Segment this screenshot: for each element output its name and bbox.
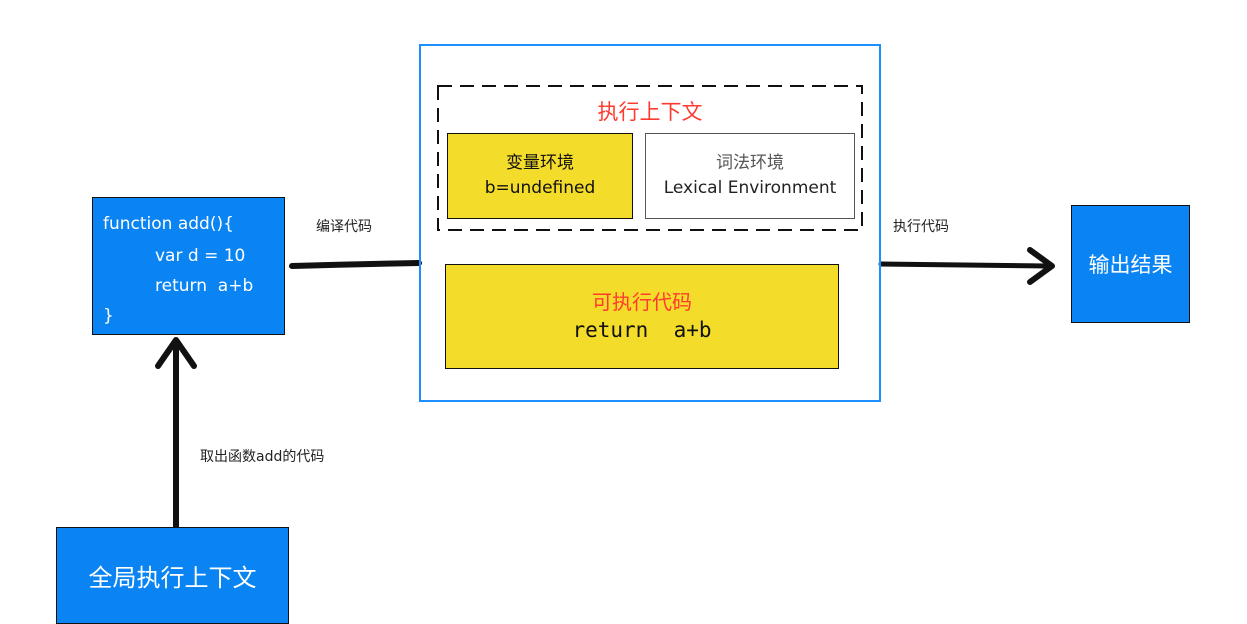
code-line: function add(){ [103,214,234,234]
global-context-label: 全局执行上下文 [88,564,257,592]
variable-environment-box: 变量环境 b=undefined [447,133,633,219]
executable-code-title: 可执行代码 [592,289,692,314]
compile-arrow-line [289,260,422,269]
function-code-box: function add(){ var d = 10 return a+b } [92,197,285,335]
lexical-env-title: 词法环境 [716,152,784,173]
execution-context-title: 执行上下文 [597,100,703,124]
execute-label: 执行代码 [893,219,949,235]
lexical-env-subtitle: Lexical Environment [663,178,837,198]
execute-arrow-line [878,261,1051,269]
code-line: return a+b [155,276,254,296]
global-execution-context-box: 全局执行上下文 [56,527,289,624]
compile-label: 编译代码 [316,219,372,235]
code-line: var d = 10 [155,246,246,266]
extract-label: 取出函数add的代码 [200,449,325,465]
variable-env-value: b=undefined [484,178,596,198]
executable-code-text: return a+b [572,317,712,342]
output-result-box: 输出结果 [1071,205,1190,323]
variable-env-title: 变量环境 [506,152,574,173]
output-label: 输出结果 [1088,253,1173,277]
executable-code-box: 可执行代码 return a+b [445,264,839,369]
lexical-environment-box: 词法环境 Lexical Environment [645,133,855,219]
code-line: } [103,306,114,326]
